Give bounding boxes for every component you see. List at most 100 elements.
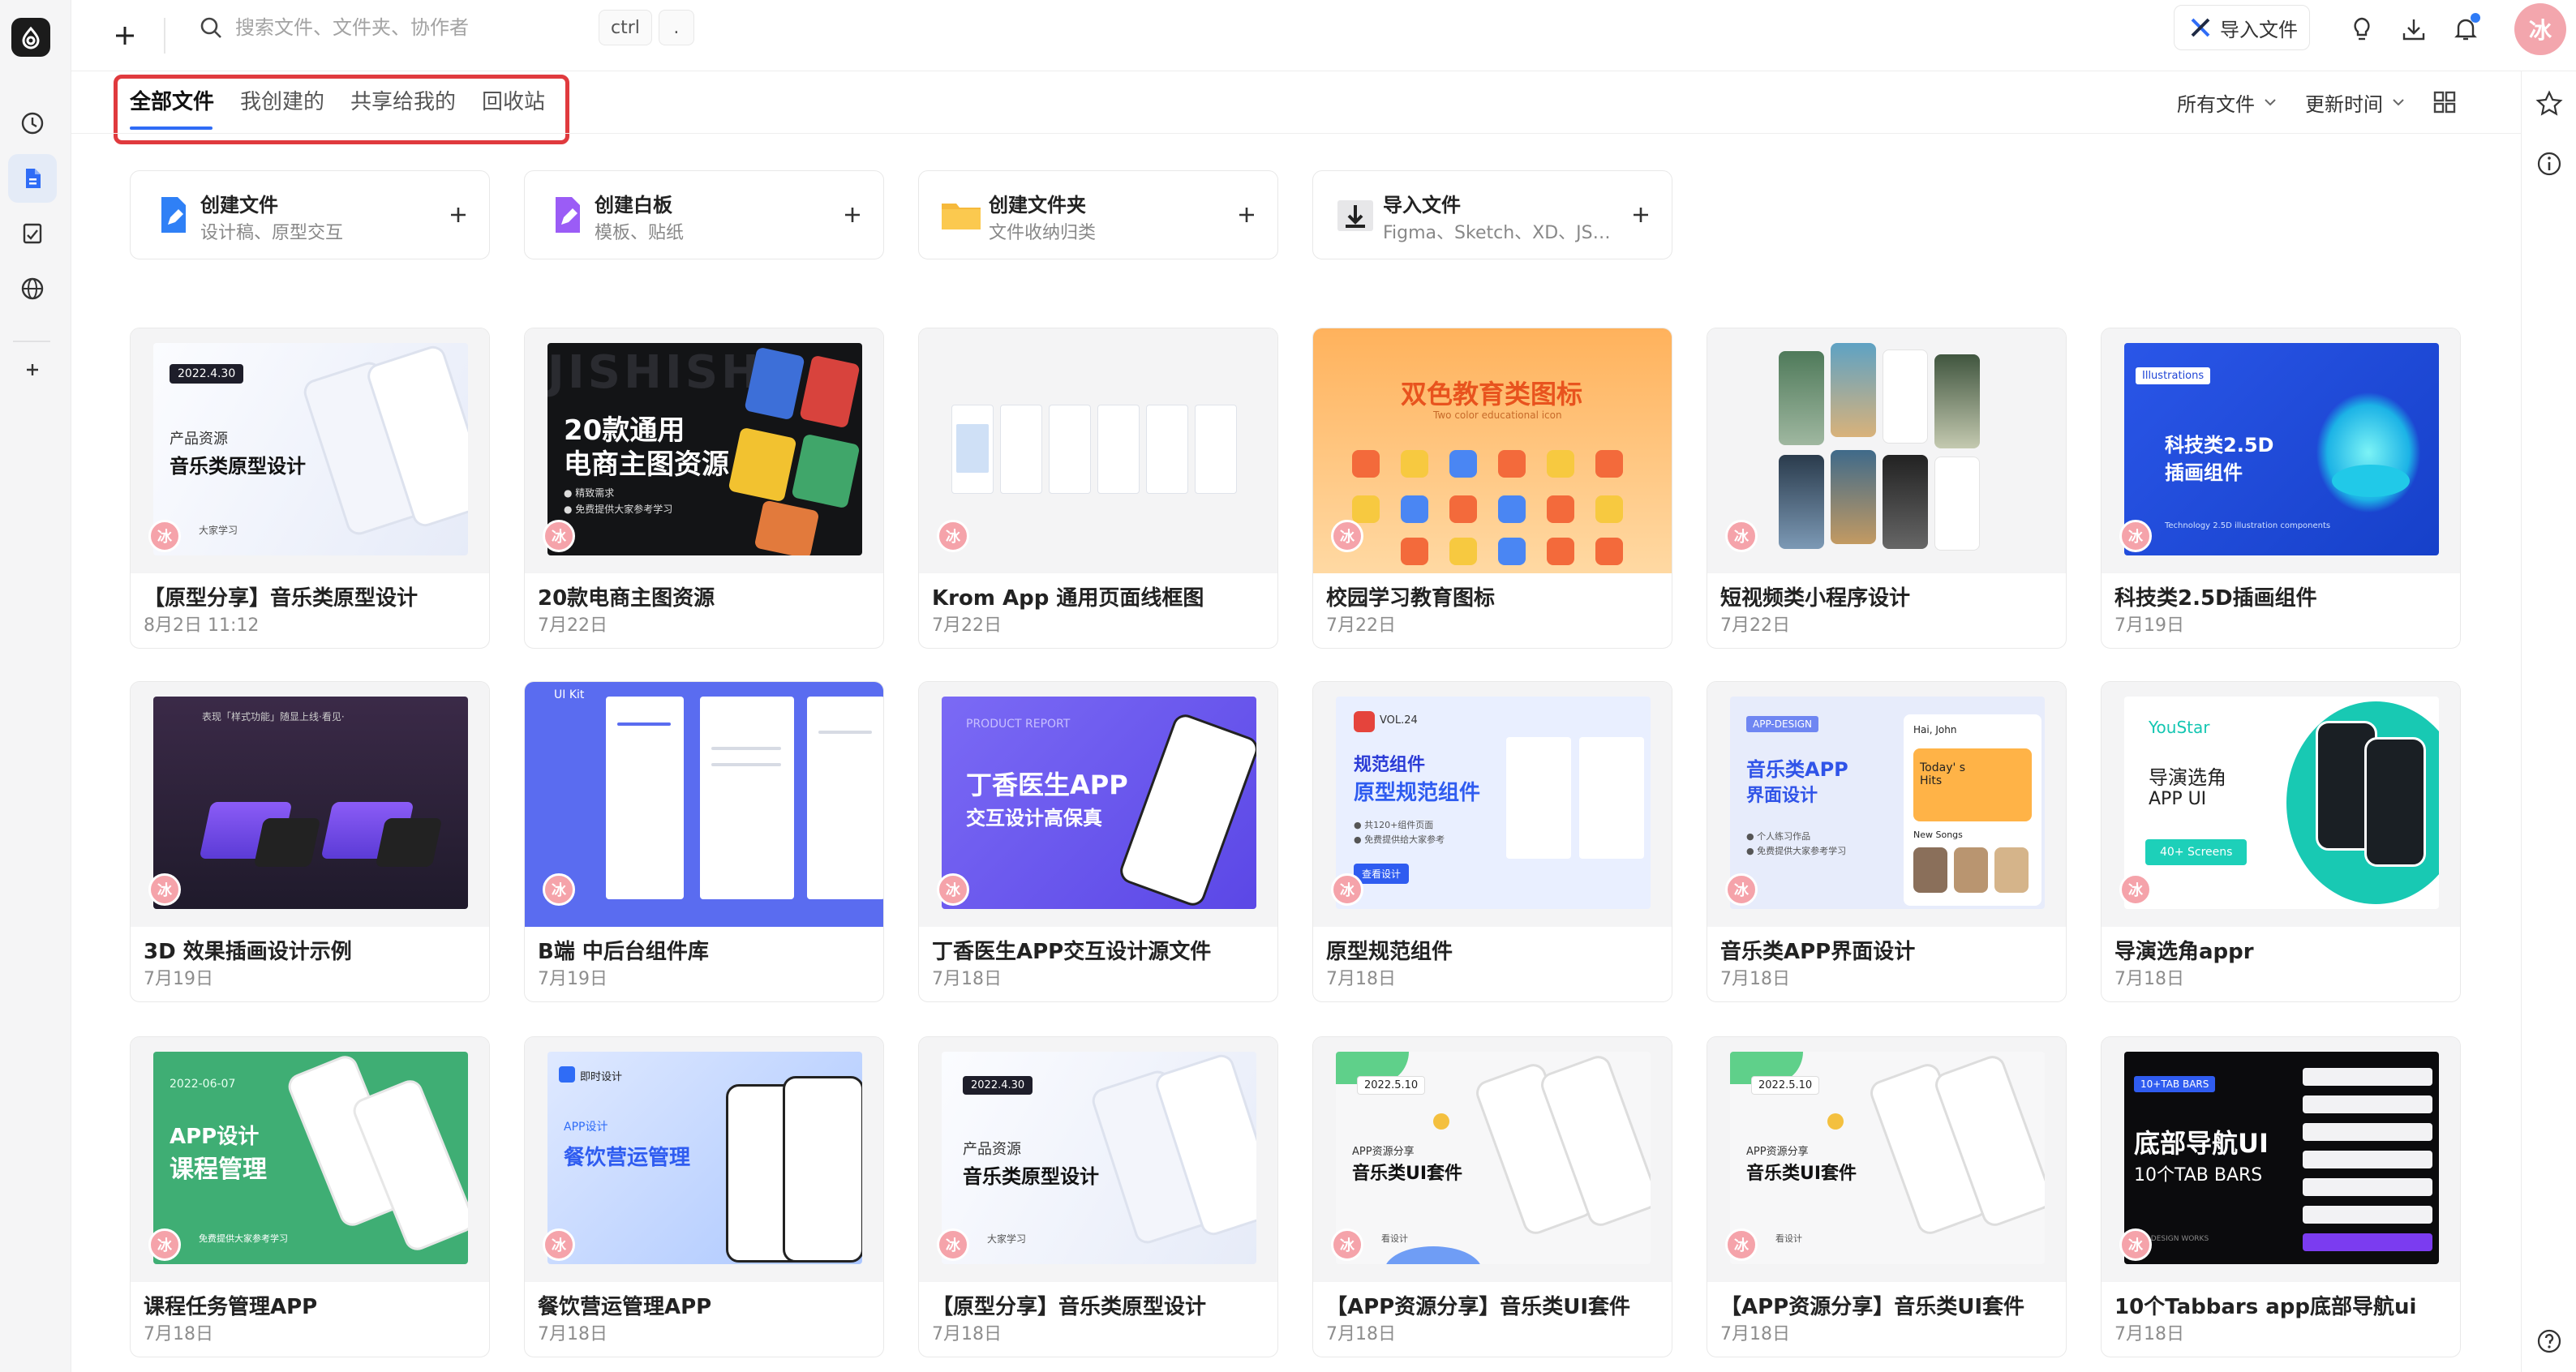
notification-bell-icon[interactable] [2446, 10, 2485, 49]
notification-dot [2471, 13, 2480, 23]
file-date: 7月19日 [538, 969, 608, 989]
new-plus-icon[interactable] [102, 13, 148, 58]
file-card[interactable]: APP-DESIGN 音乐类APP 界面设计 ● 个人练习作品 ● 免费提供大家… [1707, 681, 2067, 1002]
thumb-line2: 音乐类原型设计 [170, 455, 306, 478]
owner-avatar: 冰 [1725, 1228, 1758, 1261]
thumb-line2: 交互设计高保真 [966, 807, 1102, 830]
user-avatar[interactable]: 冰 [2514, 3, 2566, 55]
import-file-card[interactable]: 导入文件 Figma、Sketch、XD、JSD... [1312, 170, 1672, 259]
file-card[interactable]: PRODUCT REPORT 丁香医生APP 交互设计高保真 冰 丁香医生APP… [918, 681, 1278, 1002]
file-date: 7月19日 [2114, 615, 2184, 636]
file-card[interactable]: VOL.24 规范组件 原型规范组件 ● 共120+组件页面 ● 免费提供给大家… [1312, 681, 1672, 1002]
thumb-foot: 看设计 [1775, 1233, 1802, 1244]
thumb-brand: YouStar [2149, 718, 2210, 737]
file-name: Krom App 通用页面线框图 [932, 586, 1204, 611]
create-file-card[interactable]: 创建文件 设计稿、原型交互 [130, 170, 490, 259]
file-card[interactable]: Illustrations 科技类2.5D 插画组件 Technology 2.… [2101, 328, 2461, 649]
create-folder-subtitle: 文件收纳归类 [989, 223, 1097, 243]
community-globe-icon[interactable] [8, 264, 57, 313]
lightbulb-icon[interactable] [2342, 10, 2381, 49]
file-card[interactable]: 2022.4.30 产品资源 音乐类原型设计 大家学习 冰 【原型分享】音乐类原… [130, 328, 490, 649]
active-tab-underline [130, 126, 213, 130]
tab-all-files[interactable]: 全部文件 [130, 88, 214, 130]
thumb-foot: 免费提供大家参考学习 [199, 1233, 288, 1244]
file-name: 20款电商主图资源 [538, 586, 715, 611]
file-thumbnail: VOL.24 规范组件 原型规范组件 ● 共120+组件页面 ● 免费提供给大家… [1313, 682, 1672, 927]
thumb-tag: PRODUCT REPORT [966, 718, 1071, 731]
thumb-line2: 课程管理 [170, 1155, 267, 1184]
file-card[interactable]: 冰 短视频类小程序设计 7月22日 [1707, 328, 2067, 649]
file-card[interactable]: 表现「样式功能」随显上线·看见· 冰 3D 效果插画设计示例 7月19日 [130, 681, 490, 1002]
thumb-line1: 底部导航UI [2134, 1128, 2269, 1159]
file-card[interactable]: 即时设计 APP设计 餐饮营运管理 冰 餐饮营运管理APP 7月18日 [524, 1036, 884, 1357]
info-icon[interactable] [2535, 149, 2564, 178]
create-folder-card[interactable]: 创建文件夹 文件收纳归类 [918, 170, 1278, 259]
file-thumbnail: APP-DESIGN 音乐类APP 界面设计 ● 个人练习作品 ● 免费提供大家… [1707, 682, 2066, 927]
owner-avatar: 冰 [937, 873, 969, 906]
thumb-bullet2: ● 免费提供大家参考学习 [564, 504, 673, 515]
tab-created-by-me[interactable]: 我创建的 [240, 88, 324, 130]
file-thumbnail: JISHISHI 20款通用 电商主图资源 ● 精致需求 ● 免费提供大家参考学… [525, 328, 883, 573]
file-name: 【原型分享】音乐类原型设计 [144, 586, 419, 611]
recent-icon[interactable] [8, 99, 57, 148]
thumb-line1: 规范组件 [1354, 755, 1426, 775]
file-thumbnail: Illustrations 科技类2.5D 插画组件 Technology 2.… [2102, 328, 2460, 573]
owner-avatar: 冰 [2119, 1228, 2152, 1261]
file-card[interactable]: JISHISHI 20款通用 电商主图资源 ● 精致需求 ● 免费提供大家参考学… [524, 328, 884, 649]
tab-shared-with-me[interactable]: 共享给我的 [350, 88, 456, 130]
file-card[interactable]: YouStar 导演选角 APP UI 40+ Screens 冰 导演选角ap… [2101, 681, 2461, 1002]
owner-avatar: 冰 [1331, 1228, 1363, 1261]
owner-avatar: 冰 [1331, 873, 1363, 906]
search-bar[interactable]: ctrl . [191, 5, 715, 50]
import-file-button[interactable]: 导入文件 [2174, 5, 2310, 50]
download-icon[interactable] [2394, 10, 2433, 49]
thumb-bullet1: ● 精致需求 [564, 487, 615, 499]
topbar-divider [164, 18, 165, 54]
star-icon[interactable] [2535, 89, 2564, 118]
add-team-icon[interactable] [8, 345, 57, 394]
sort-filter[interactable]: 更新时间 [2305, 88, 2406, 117]
owner-avatar: 冰 [1331, 520, 1363, 552]
file-name: 科技类2.5D插画组件 [2114, 586, 2317, 611]
help-icon[interactable] [2535, 1327, 2564, 1356]
grid-view-icon[interactable] [2430, 88, 2459, 117]
create-whiteboard-card[interactable]: 创建白板 模板、贴纸 [524, 170, 884, 259]
owner-avatar: 冰 [543, 873, 575, 906]
tab-trash[interactable]: 回收站 [482, 88, 545, 130]
thumb-title: 双色教育类图标 [1401, 379, 1583, 409]
thumb-line1: APP资源分享 [1352, 1146, 1415, 1158]
thumb-tag: 2022.5.10 [1751, 1076, 1820, 1095]
whiteboard-nav-icon[interactable] [8, 209, 57, 258]
thumb-line1: 科技类2.5D [2165, 434, 2274, 457]
file-thumbnail: 2022-06-07 APP设计 课程管理 免费提供大家参考学习 [131, 1037, 489, 1282]
file-card[interactable]: 2022-06-07 APP设计 课程管理 免费提供大家参考学习 冰 课程任务管… [130, 1036, 490, 1357]
file-card[interactable]: 2022.4.30 产品资源 音乐类原型设计 大家学习 冰 【原型分享】音乐类原… [918, 1036, 1278, 1357]
files-icon[interactable] [8, 154, 57, 203]
file-date: 7月18日 [538, 1324, 608, 1344]
import-file-label: 导入文件 [2220, 18, 2298, 41]
create-whiteboard-subtitle: 模板、贴纸 [595, 223, 685, 243]
thumb-today-hits: Today' s Hits [1920, 761, 1966, 787]
thumb-foot: 看设计 [1381, 1233, 1408, 1244]
file-card[interactable]: UI Kit 冰 B端 中后台组件库 7月19日 [524, 681, 884, 1002]
file-type-filter[interactable]: 所有文件 [2177, 88, 2278, 117]
thumb-line2: 音乐类原型设计 [963, 1165, 1099, 1188]
file-name: 短视频类小程序设计 [1720, 586, 1911, 611]
thumb-tag: VOL.24 [1380, 714, 1418, 727]
app-logo-icon[interactable] [11, 18, 50, 57]
file-thumbnail: 2022.5.10 APP资源分享 音乐类UI套件 看设计 [1313, 1037, 1672, 1282]
search-input[interactable] [235, 16, 592, 39]
file-card[interactable]: 双色教育类图标 Two color educational icon 冰 校园学… [1312, 328, 1672, 649]
file-thumbnail: 双色教育类图标 Two color educational icon [1313, 328, 1672, 573]
file-card[interactable]: 2022.5.10 APP资源分享 音乐类UI套件 看设计 冰 【APP资源分享… [1312, 1036, 1672, 1357]
file-card[interactable]: 2022.5.10 APP资源分享 音乐类UI套件 看设计 冰 【APP资源分享… [1707, 1036, 2067, 1357]
create-whiteboard-title: 创建白板 [595, 194, 672, 217]
file-thumbnail: UI Kit [525, 682, 883, 927]
owner-avatar: 冰 [148, 1228, 181, 1261]
file-name: B端 中后台组件库 [538, 940, 709, 964]
file-card[interactable]: 10+TAB BARS 底部导航UI 10个TAB BARS NAL DESIG… [2101, 1036, 2461, 1357]
create-folder-title: 创建文件夹 [989, 194, 1086, 217]
thumb-foot: 大家学习 [199, 525, 238, 536]
file-card[interactable]: 冰 Krom App 通用页面线框图 7月22日 [918, 328, 1278, 649]
file-thumbnail: 即时设计 APP设计 餐饮营运管理 [525, 1037, 883, 1282]
